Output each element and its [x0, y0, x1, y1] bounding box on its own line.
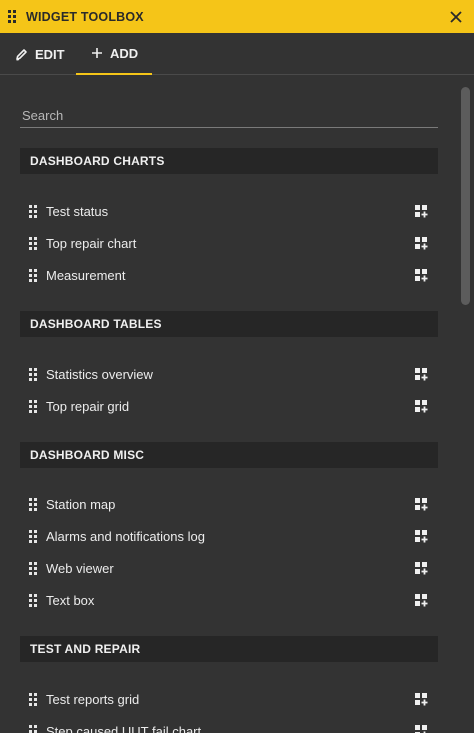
widget-label: Measurement	[46, 267, 126, 283]
widget-label: Test reports grid	[46, 691, 140, 707]
add-widget-icon[interactable]	[415, 268, 428, 282]
widget-item[interactable]: Statistics overview	[20, 360, 438, 388]
widget-label: Station map	[46, 496, 116, 512]
tab-add[interactable]: ADD	[76, 33, 152, 75]
search-container	[20, 104, 438, 128]
widget-item[interactable]: Top repair chart	[20, 229, 438, 257]
widget-label: Alarms and notifications log	[46, 528, 205, 544]
add-widget-icon[interactable]	[415, 236, 428, 250]
scrollbar-thumb[interactable]	[461, 87, 470, 305]
widget-item[interactable]: Alarms and notifications log	[20, 522, 438, 550]
add-widget-icon[interactable]	[415, 593, 428, 607]
widget-item[interactable]: Step caused UUT fail chart	[20, 717, 438, 733]
section-header-test-and-repair[interactable]: TEST AND REPAIR	[20, 636, 438, 662]
drag-handle-icon[interactable]	[29, 724, 37, 733]
add-widget-icon[interactable]	[415, 724, 428, 733]
widget-item[interactable]: Test status	[20, 197, 438, 225]
drag-handle-icon[interactable]	[29, 561, 37, 575]
widget-label: Top repair chart	[46, 235, 137, 251]
drag-handle-icon[interactable]	[29, 497, 37, 511]
add-widget-icon[interactable]	[415, 497, 428, 511]
section-header-dashboard-tables[interactable]: DASHBOARD TABLES	[20, 311, 438, 337]
widget-item[interactable]: Text box	[20, 586, 438, 614]
tab-edit-label: EDIT	[35, 46, 65, 62]
close-icon	[450, 10, 462, 23]
tab-bar: EDIT ADD	[0, 33, 474, 75]
section-header-dashboard-misc[interactable]: DASHBOARD MISC	[20, 442, 438, 468]
section-header-dashboard-charts[interactable]: DASHBOARD CHARTS	[20, 148, 438, 174]
tab-add-label: ADD	[110, 45, 139, 61]
window-title: WIDGET TOOLBOX	[26, 9, 144, 24]
add-widget-icon[interactable]	[415, 561, 428, 575]
widget-item[interactable]: Test reports grid	[20, 685, 438, 713]
widget-label: Test status	[46, 203, 109, 219]
search-input[interactable]	[20, 104, 438, 128]
widget-label: Step caused UUT fail chart	[46, 723, 202, 733]
add-widget-icon[interactable]	[415, 529, 428, 543]
drag-handle-icon[interactable]	[29, 367, 37, 381]
widget-label: Statistics overview	[46, 366, 153, 382]
drag-handle-icon[interactable]	[29, 236, 37, 250]
widget-item[interactable]: Measurement	[20, 261, 438, 289]
add-widget-icon[interactable]	[415, 204, 428, 218]
widget-label: Web viewer	[46, 560, 114, 576]
drag-handle-icon[interactable]	[8, 9, 16, 24]
add-widget-icon[interactable]	[415, 399, 428, 413]
widget-label: Top repair grid	[46, 398, 130, 414]
widget-item[interactable]: Top repair grid	[20, 392, 438, 420]
add-widget-icon[interactable]	[415, 692, 428, 706]
close-button[interactable]	[446, 7, 466, 27]
drag-handle-icon[interactable]	[29, 593, 37, 607]
pencil-icon	[15, 48, 28, 61]
add-widget-icon[interactable]	[415, 367, 428, 381]
drag-handle-icon[interactable]	[29, 268, 37, 282]
drag-handle-icon[interactable]	[29, 204, 37, 218]
widget-label: Text box	[46, 592, 95, 608]
title-bar[interactable]: WIDGET TOOLBOX	[0, 0, 474, 33]
plus-icon	[91, 47, 103, 59]
drag-handle-icon[interactable]	[29, 399, 37, 413]
drag-handle-icon[interactable]	[29, 529, 37, 543]
widget-item[interactable]: Station map	[20, 490, 438, 518]
widget-toolbox-panel: WIDGET TOOLBOX EDIT ADD Search DASHBOARD…	[0, 0, 474, 733]
tab-edit[interactable]: EDIT	[0, 33, 76, 75]
drag-handle-icon[interactable]	[29, 692, 37, 706]
widget-item[interactable]: Web viewer	[20, 554, 438, 582]
